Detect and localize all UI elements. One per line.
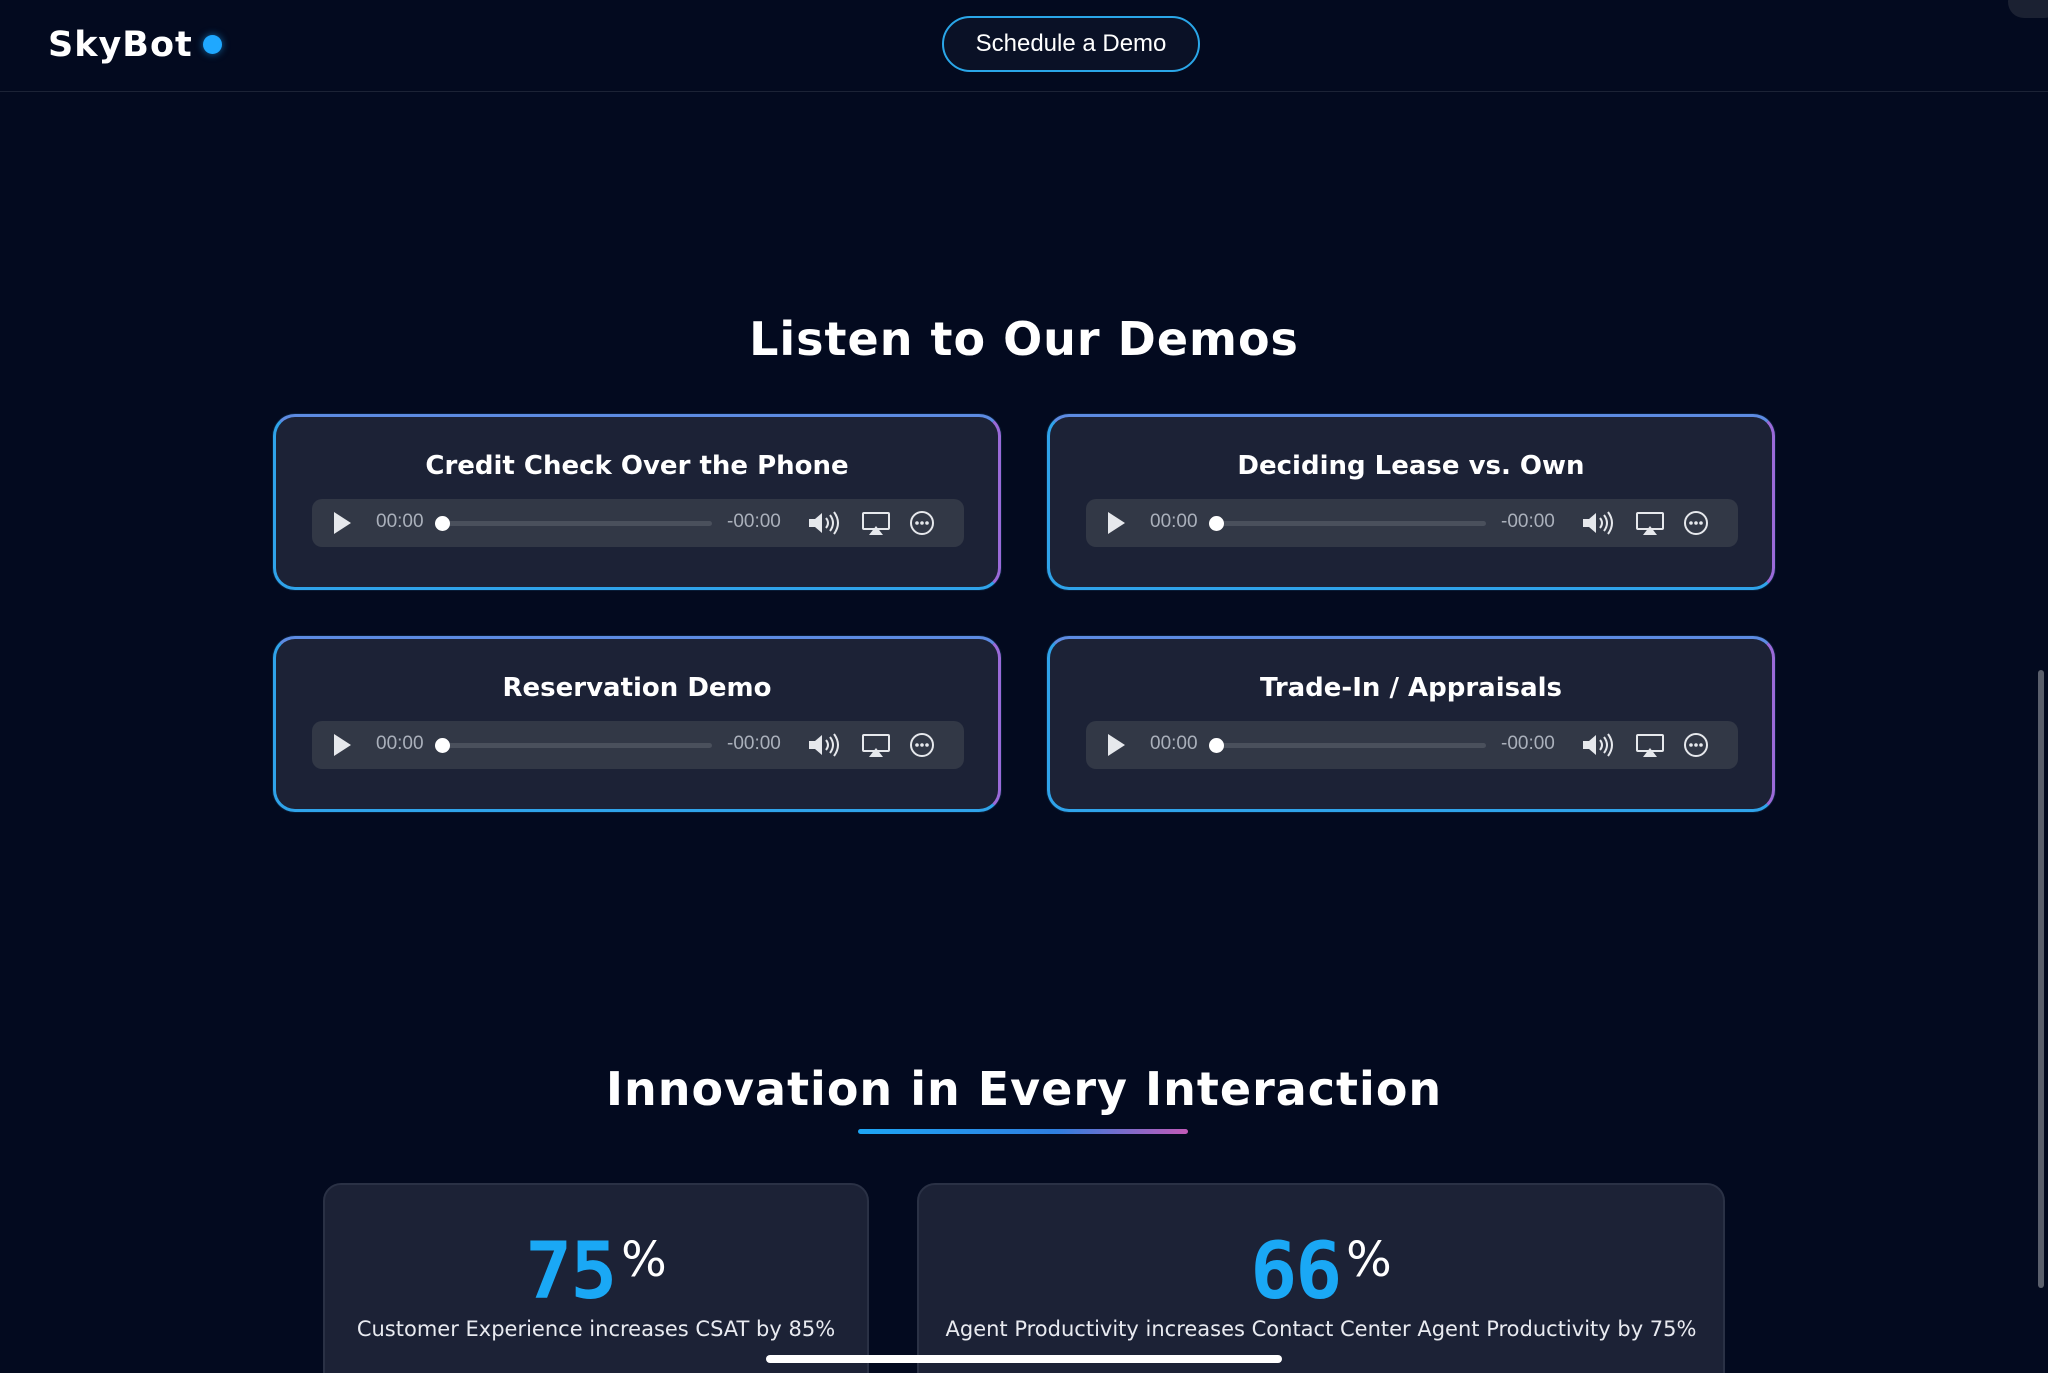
seek-handle[interactable] bbox=[1209, 516, 1224, 531]
demo-card-title: Reservation Demo bbox=[502, 673, 772, 703]
demo-card-title: Trade-In / Appraisals bbox=[1259, 673, 1563, 703]
audio-player: 00:00 -00:00 bbox=[312, 721, 964, 769]
demo-card: Trade-In / Appraisals 00:00 -00:00 bbox=[1047, 636, 1775, 812]
demos-section-title: Listen to Our Demos bbox=[749, 312, 1299, 366]
demo-card-title: Credit Check Over the Phone bbox=[425, 451, 849, 481]
airplay-icon[interactable] bbox=[859, 731, 893, 759]
play-icon[interactable] bbox=[1108, 512, 1125, 534]
demo-card-title: Deciding Lease vs. Own bbox=[1237, 451, 1585, 481]
airplay-icon[interactable] bbox=[859, 509, 893, 537]
schedule-demo-button[interactable]: Schedule a Demo bbox=[942, 16, 1200, 72]
remaining-time: -00:00 bbox=[1501, 733, 1555, 754]
play-icon[interactable] bbox=[1108, 734, 1125, 756]
volume-icon[interactable] bbox=[1580, 509, 1614, 537]
audio-player: 00:00 -00:00 bbox=[312, 499, 964, 547]
volume-icon[interactable] bbox=[806, 509, 840, 537]
remaining-time: -00:00 bbox=[727, 511, 781, 532]
volume-icon[interactable] bbox=[1580, 731, 1614, 759]
airplay-icon[interactable] bbox=[1633, 731, 1667, 759]
seek-handle[interactable] bbox=[435, 738, 450, 753]
stat-description: Agent Productivity increases Contact Cen… bbox=[945, 1317, 1697, 1341]
seek-bar[interactable] bbox=[1214, 743, 1486, 748]
seek-bar[interactable] bbox=[440, 521, 712, 526]
logo-text: SkyBot bbox=[48, 25, 193, 65]
airplay-icon[interactable] bbox=[1633, 509, 1667, 537]
top-nav: SkyBot Schedule a Demo bbox=[0, 0, 2048, 92]
seek-bar[interactable] bbox=[1214, 521, 1486, 526]
stat-value: 66 bbox=[1250, 1227, 1342, 1317]
demo-card: Deciding Lease vs. Own 00:00 -00:00 bbox=[1047, 414, 1775, 590]
more-options-icon[interactable] bbox=[905, 509, 939, 537]
more-options-icon[interactable] bbox=[905, 731, 939, 759]
volume-icon[interactable] bbox=[806, 731, 840, 759]
title-underline bbox=[858, 1129, 1188, 1134]
remaining-time: -00:00 bbox=[727, 733, 781, 754]
seek-handle[interactable] bbox=[1209, 738, 1224, 753]
seek-bar[interactable] bbox=[440, 743, 712, 748]
stat-number: 75% bbox=[325, 1227, 867, 1317]
logo[interactable]: SkyBot bbox=[48, 22, 222, 68]
stat-unit: % bbox=[1346, 1232, 1392, 1288]
audio-player: 00:00 -00:00 bbox=[1086, 721, 1738, 769]
play-icon[interactable] bbox=[334, 512, 351, 534]
current-time: 00:00 bbox=[376, 733, 424, 754]
logo-dot-icon bbox=[202, 34, 222, 54]
stat-number: 66% bbox=[919, 1227, 1723, 1317]
innovation-section-title: Innovation in Every Interaction bbox=[605, 1062, 1443, 1116]
current-time: 00:00 bbox=[1150, 511, 1198, 532]
stat-card: 75% Customer Experience increases CSAT b… bbox=[323, 1183, 869, 1373]
stat-value: 75 bbox=[525, 1227, 617, 1317]
scrollbar[interactable] bbox=[2038, 670, 2044, 1288]
stat-unit: % bbox=[621, 1232, 667, 1288]
play-icon[interactable] bbox=[334, 734, 351, 756]
stat-description: Customer Experience increases CSAT by 85… bbox=[356, 1317, 836, 1341]
stat-card: 66% Agent Productivity increases Contact… bbox=[917, 1183, 1725, 1373]
demo-card: Reservation Demo 00:00 -00:00 bbox=[273, 636, 1001, 812]
corner-control bbox=[2008, 0, 2048, 18]
demo-card: Credit Check Over the Phone 00:00 -00:00 bbox=[273, 414, 1001, 590]
audio-player: 00:00 -00:00 bbox=[1086, 499, 1738, 547]
remaining-time: -00:00 bbox=[1501, 511, 1555, 532]
seek-handle[interactable] bbox=[435, 516, 450, 531]
page: SkyBot Schedule a Demo Listen to Our Dem… bbox=[0, 0, 2048, 1373]
current-time: 00:00 bbox=[376, 511, 424, 532]
more-options-icon[interactable] bbox=[1679, 509, 1713, 537]
home-indicator[interactable] bbox=[766, 1355, 1282, 1363]
more-options-icon[interactable] bbox=[1679, 731, 1713, 759]
current-time: 00:00 bbox=[1150, 733, 1198, 754]
